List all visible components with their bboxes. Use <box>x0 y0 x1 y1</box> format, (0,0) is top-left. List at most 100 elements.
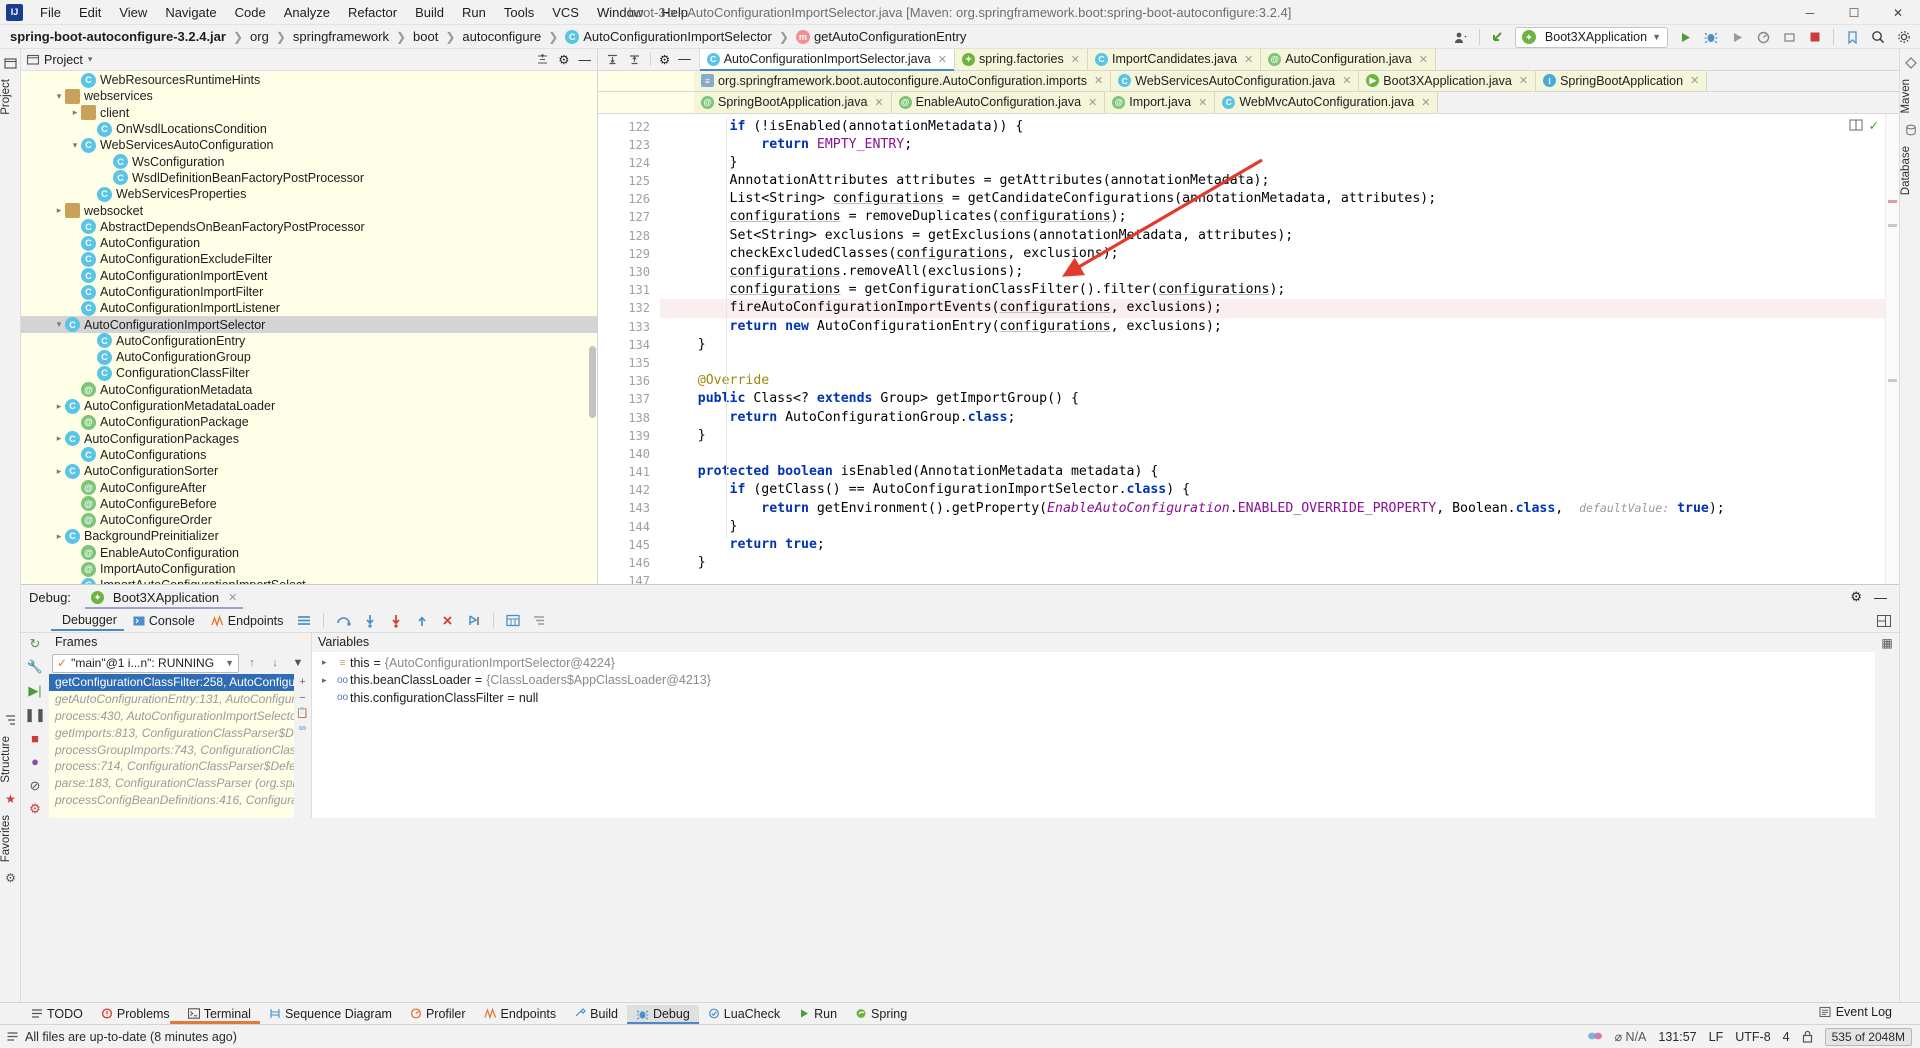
inspections-widget-icon[interactable]: ✓ <box>1869 118 1879 133</box>
layout-settings-icon[interactable]: ▦ <box>1881 636 1892 650</box>
line-number[interactable]: 142− <box>598 481 676 499</box>
editor-tab[interactable]: ▶ Boot3XApplication.java ✕ <box>1359 70 1537 91</box>
code-line[interactable]: AnnotationAttributes attributes = getAtt… <box>660 172 1899 190</box>
tree-node[interactable]: C AutoConfigurationImportEvent <box>21 268 597 284</box>
run-button[interactable] <box>1673 26 1697 48</box>
hide-panel-icon[interactable]: — <box>579 53 592 67</box>
editor-tab[interactable]: C ImportCandidates.java ✕ <box>1087 49 1262 70</box>
menu-edit[interactable]: Edit <box>70 2 110 23</box>
tree-twisty-icon[interactable]: ▸ <box>53 466 65 477</box>
code-line[interactable]: configurations = removeDuplicates(config… <box>660 208 1899 226</box>
menu-analyze[interactable]: Analyze <box>275 2 339 23</box>
project-panel-dropdown-icon[interactable]: ▾ <box>88 54 93 65</box>
expand-variable-icon[interactable]: ▸ <box>322 657 335 668</box>
stop-program-icon[interactable]: ■ <box>25 730 45 748</box>
code-line[interactable]: configurations.removeAll(exclusions); <box>660 263 1899 281</box>
code-line[interactable]: @Override <box>660 372 1899 390</box>
tool-window-todo[interactable]: TODO <box>22 1005 92 1023</box>
menu-view[interactable]: View <box>110 2 156 23</box>
frame-row[interactable]: getAutoConfigurationEntry:131, AutoConfi… <box>49 691 294 708</box>
frame-down-icon[interactable]: ↓ <box>265 653 285 673</box>
editor-gutter[interactable]: 122−123124−125126127128129130131💡1321331… <box>598 113 686 584</box>
tool-window-run[interactable]: Run <box>789 1005 846 1023</box>
tree-twisty-icon[interactable]: ▸ <box>53 531 65 542</box>
tool-window-profiler[interactable]: Profiler <box>401 1005 475 1023</box>
editor-tab[interactable]: C WebServicesAutoConfiguration.java ✕ <box>1111 70 1360 91</box>
line-number[interactable]: 130 <box>598 263 660 281</box>
code-editor[interactable]: 122−123124−125126127128129130131💡1321331… <box>598 113 1899 584</box>
line-number[interactable]: 137− <box>598 390 682 408</box>
lock-icon[interactable] <box>1802 1030 1813 1043</box>
settings-icon-2[interactable]: ⚙ <box>25 800 45 818</box>
settings-gear-icon[interactable] <box>1892 26 1916 48</box>
line-number[interactable]: 147 <box>598 572 660 584</box>
tree-node[interactable]: C WebServicesProperties <box>21 186 597 202</box>
line-number[interactable]: 131💡 <box>598 281 684 299</box>
variable-row[interactable]: ▸ oo this.beanClassLoader = {ClassLoaders$Ap… <box>312 672 1875 690</box>
tree-node[interactable]: C WsdlDefinitionBeanFactoryPostProcessor <box>21 170 597 186</box>
run-with-coverage-icon[interactable] <box>1725 26 1749 48</box>
tool-window-luacheck[interactable]: LuaCheck <box>699 1005 789 1023</box>
tree-node[interactable]: ▸ C AutoConfigurationPackages <box>21 431 597 447</box>
tree-node[interactable]: C AutoConfigurationExcludeFilter <box>21 251 597 267</box>
project-tool-icon[interactable] <box>0 53 21 73</box>
layout-icon[interactable] <box>292 614 316 627</box>
code-line[interactable] <box>660 354 1899 372</box>
project-settings-icon[interactable]: ⚙ <box>558 52 569 67</box>
maven-strip-label[interactable]: Maven <box>1900 73 1912 120</box>
project-tree[interactable]: C WebResourcesRuntimeHints ▾ webservices ▸ cl… <box>21 71 597 584</box>
rerun-icon[interactable]: ↻ <box>25 635 45 653</box>
close-button[interactable]: ✕ <box>1876 0 1920 25</box>
step-into-icon[interactable] <box>358 614 382 628</box>
frame-row[interactable]: processGroupImports:743, ConfigurationCl… <box>49 741 294 758</box>
resume-program-icon[interactable]: ▶| <box>25 682 45 700</box>
tree-node[interactable]: C WebResourcesRuntimeHints <box>21 72 597 88</box>
code-line[interactable] <box>660 445 1899 463</box>
tree-node[interactable]: C AutoConfiguration <box>21 235 597 251</box>
run-configuration-selector[interactable]: ✦ Boot3XApplication ▼ <box>1514 26 1668 48</box>
pause-program-icon[interactable]: ❚❚ <box>24 706 46 724</box>
line-number[interactable]: 141− <box>598 463 676 481</box>
tree-twisty-icon[interactable]: ▸ <box>53 433 65 444</box>
code-content[interactable]: if (!isEnabled(annotationMetadata)) { re… <box>660 113 1899 584</box>
editor-tab[interactable]: C AutoConfigurationImportSelector.java ✕ <box>699 49 955 70</box>
favorites-strip-label[interactable]: Favorites <box>0 809 12 868</box>
tool-window-debug[interactable]: Debug <box>626 1004 699 1024</box>
menu-tools[interactable]: Tools <box>495 2 543 23</box>
code-line[interactable]: fireAutoConfigurationImportEvents(config… <box>660 299 1899 318</box>
tree-twisty-icon[interactable]: ▸ <box>69 107 81 118</box>
debug-tab-endpoints[interactable]: Endpoints <box>204 612 291 630</box>
code-line[interactable] <box>660 572 1899 584</box>
frame-row[interactable]: parse:183, ConfigurationClassParser (org… <box>49 775 294 792</box>
tree-node[interactable]: ▾ C AutoConfigurationImportSelector <box>21 316 597 333</box>
debug-button[interactable] <box>1699 26 1723 48</box>
expand-variable-icon[interactable]: ▸ <box>322 675 335 686</box>
editor-tab[interactable]: @ AutoConfiguration.java ✕ <box>1261 49 1436 70</box>
favorites-star-icon[interactable]: ★ <box>0 789 21 809</box>
editor-tab[interactable]: @ Import.java ✕ <box>1105 92 1216 113</box>
step-out-icon[interactable] <box>410 614 434 628</box>
menu-code[interactable]: Code <box>226 2 275 23</box>
code-line[interactable]: } <box>660 336 1899 354</box>
mute-breakpoints-icon[interactable]: ⊘ <box>25 777 45 795</box>
tree-node[interactable]: @ AutoConfigurationMetadata <box>21 382 597 398</box>
frame-row[interactable]: process:714, ConfigurationClassParser$De… <box>49 758 294 775</box>
line-number[interactable]: 143 <box>598 499 660 517</box>
debug-hide-icon[interactable]: — <box>1874 590 1887 605</box>
tree-node[interactable]: ▸ C AutoConfigurationSorter <box>21 463 597 479</box>
variable-row[interactable]: oo this.configurationClassFilter = null <box>312 689 1875 707</box>
breadcrumb-item-1[interactable]: org <box>248 29 271 44</box>
run-to-cursor-icon[interactable] <box>462 614 486 628</box>
line-number[interactable]: 126 <box>598 190 660 208</box>
line-number[interactable]: 129 <box>598 245 660 263</box>
code-line[interactable]: List<String> configurations = getCandida… <box>660 190 1899 208</box>
editor-tab[interactable]: C WebMvcAutoConfiguration.java ✕ <box>1215 92 1439 113</box>
tree-node[interactable]: C ConfigurationClassFilter <box>21 365 597 381</box>
tree-node[interactable]: ▸ websocket <box>21 202 597 219</box>
close-tab-icon[interactable]: ✕ <box>1421 96 1430 109</box>
line-number[interactable]: 128 <box>598 227 660 245</box>
line-number[interactable]: 122− <box>598 118 676 136</box>
close-icon[interactable]: ✕ <box>228 591 237 604</box>
breadcrumb-item-2[interactable]: springframework <box>291 29 391 44</box>
code-line[interactable]: public Class<? extends Group> getImportG… <box>660 390 1899 408</box>
